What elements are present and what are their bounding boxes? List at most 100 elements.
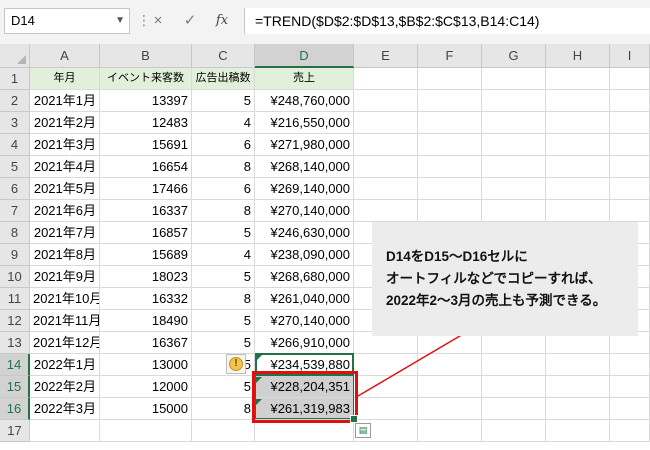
empty-cell[interactable]	[354, 354, 418, 376]
empty-cell[interactable]	[610, 420, 650, 442]
row-header-3[interactable]: 3	[0, 112, 30, 134]
cell-sales[interactable]: ¥270,140,000	[255, 310, 354, 332]
row-header-1[interactable]: 1	[0, 68, 30, 90]
column-header-c[interactable]: C	[192, 44, 255, 68]
cell-month[interactable]: 2022年3月	[30, 398, 100, 420]
column-header-i[interactable]: I	[610, 44, 650, 68]
empty-cell[interactable]	[354, 200, 418, 222]
cell-month[interactable]: 2021年8月	[30, 244, 100, 266]
empty-cell[interactable]	[546, 90, 610, 112]
cell-sales[interactable]	[255, 420, 354, 442]
cell-month[interactable]: 2021年6月	[30, 200, 100, 222]
cell-sales[interactable]: ¥238,090,000	[255, 244, 354, 266]
row-header-16[interactable]: 16	[0, 398, 30, 420]
empty-cell[interactable]	[546, 156, 610, 178]
cell-month[interactable]: 2021年4月	[30, 156, 100, 178]
empty-cell[interactable]	[546, 200, 610, 222]
paste-options-icon[interactable]: ▤	[355, 423, 371, 438]
row-header-11[interactable]: 11	[0, 288, 30, 310]
cell-visitors[interactable]	[100, 420, 192, 442]
cell-ads[interactable]: 5	[192, 310, 255, 332]
empty-cell[interactable]	[610, 156, 650, 178]
cell-visitors[interactable]: 18023	[100, 266, 192, 288]
empty-cell[interactable]	[610, 112, 650, 134]
empty-cell[interactable]	[354, 156, 418, 178]
row-header-17[interactable]: 17	[0, 420, 30, 442]
cancel-icon[interactable]: ×	[147, 9, 169, 33]
column-header-b[interactable]: B	[100, 44, 192, 68]
cell-visitors[interactable]: 12000	[100, 376, 192, 398]
cell-ads[interactable]: 8	[192, 398, 255, 420]
empty-cell[interactable]	[610, 134, 650, 156]
cell-sales[interactable]: ¥271,980,000	[255, 134, 354, 156]
empty-cell[interactable]	[546, 178, 610, 200]
cell-visitors[interactable]: 15689	[100, 244, 192, 266]
empty-cell[interactable]	[482, 398, 546, 420]
column-header-f[interactable]: F	[418, 44, 482, 68]
cell-sales[interactable]: ¥216,550,000	[255, 112, 354, 134]
empty-cell[interactable]	[610, 68, 650, 90]
empty-cell[interactable]	[482, 376, 546, 398]
cell-ads[interactable]: 8	[192, 200, 255, 222]
cell-month[interactable]: 2022年1月	[30, 354, 100, 376]
column-header-d[interactable]: D	[255, 44, 354, 68]
cell-visitors[interactable]: 18490	[100, 310, 192, 332]
empty-cell[interactable]	[482, 200, 546, 222]
column-header-g[interactable]: G	[482, 44, 546, 68]
cell-ads[interactable]: 8	[192, 156, 255, 178]
empty-cell[interactable]	[482, 68, 546, 90]
empty-cell[interactable]	[482, 156, 546, 178]
empty-cell[interactable]	[418, 178, 482, 200]
empty-cell[interactable]	[610, 398, 650, 420]
header-cell-visitors[interactable]: イベント来客数	[100, 68, 192, 90]
cell-visitors[interactable]: 15000	[100, 398, 192, 420]
empty-cell[interactable]	[354, 178, 418, 200]
cell-month[interactable]: 2021年7月	[30, 222, 100, 244]
empty-cell[interactable]	[546, 112, 610, 134]
cell-sales[interactable]: ¥268,680,000	[255, 266, 354, 288]
cell-month[interactable]: 2021年9月	[30, 266, 100, 288]
cell-ads[interactable]: 5	[192, 332, 255, 354]
cell-sales[interactable]: ¥268,140,000	[255, 156, 354, 178]
row-header-6[interactable]: 6	[0, 178, 30, 200]
row-header-13[interactable]: 13	[0, 332, 30, 354]
empty-cell[interactable]	[546, 376, 610, 398]
empty-cell[interactable]	[418, 398, 482, 420]
formula-input[interactable]: =TREND($D$2:$D$13,$B$2:$C$13,B14:C14)	[244, 8, 650, 34]
cell-sales[interactable]: ¥266,910,000	[255, 332, 354, 354]
cell-visitors[interactable]: 12483	[100, 112, 192, 134]
cell-sales[interactable]: ¥234,539,880	[255, 354, 354, 376]
cell-month[interactable]: 2021年2月	[30, 112, 100, 134]
empty-cell[interactable]	[482, 178, 546, 200]
cell-visitors[interactable]: 16857	[100, 222, 192, 244]
empty-cell[interactable]	[418, 420, 482, 442]
cell-month[interactable]: 2021年12月	[30, 332, 100, 354]
empty-cell[interactable]	[546, 354, 610, 376]
cell-month[interactable]: 2021年10月	[30, 288, 100, 310]
name-box[interactable]: D14 ▼	[4, 8, 130, 34]
cell-visitors[interactable]: 17466	[100, 178, 192, 200]
cell-month[interactable]: 2022年2月	[30, 376, 100, 398]
empty-cell[interactable]	[418, 134, 482, 156]
cell-visitors[interactable]: 16367	[100, 332, 192, 354]
chevron-down-icon[interactable]: ▼	[115, 9, 125, 33]
row-header-10[interactable]: 10	[0, 266, 30, 288]
cell-ads[interactable]: 6	[192, 134, 255, 156]
empty-cell[interactable]	[418, 200, 482, 222]
header-cell-ads[interactable]: 広告出稿数	[192, 68, 255, 90]
empty-cell[interactable]	[546, 398, 610, 420]
cell-visitors[interactable]: 15691	[100, 134, 192, 156]
header-cell-month[interactable]: 年月	[30, 68, 100, 90]
cell-sales[interactable]: ¥261,319,983	[255, 398, 354, 420]
empty-cell[interactable]	[482, 90, 546, 112]
empty-cell[interactable]	[546, 134, 610, 156]
column-header-a[interactable]: A	[30, 44, 100, 68]
empty-cell[interactable]	[482, 354, 546, 376]
empty-cell[interactable]	[482, 134, 546, 156]
empty-cell[interactable]	[546, 420, 610, 442]
cell-visitors[interactable]: 13397	[100, 90, 192, 112]
empty-cell[interactable]	[418, 90, 482, 112]
empty-cell[interactable]	[610, 354, 650, 376]
empty-cell[interactable]	[610, 376, 650, 398]
enter-icon[interactable]: ✓	[179, 9, 201, 33]
